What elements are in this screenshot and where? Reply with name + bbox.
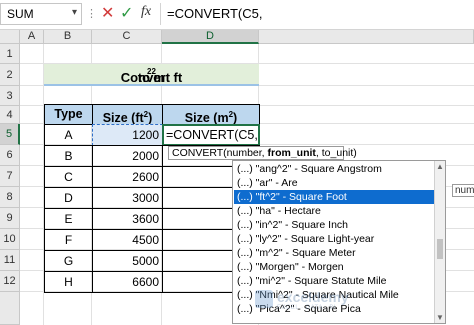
item-description-tooltip: num [452,184,474,197]
table-cell-size[interactable]: 2000 [92,145,163,167]
list-item[interactable]: (...) "ar" - Are [234,176,434,190]
column-header-e[interactable] [259,30,474,44]
table-cell-size[interactable]: 3000 [92,187,163,209]
function-signature-tooltip: CONVERT(number, from_unit, to_unit) [168,146,357,160]
row-header-6[interactable]: 6 [0,145,20,166]
list-item[interactable]: (...) "ha" - Hectare [234,204,434,218]
row-header-7[interactable]: 7 [0,166,20,187]
watermark-logo: exceldemy EXCEL · DATA · BI [255,287,355,317]
list-item[interactable]: (...) "m^2" - Square Meter [234,246,434,260]
header-cell-size-m[interactable]: Size (m2) [162,104,260,125]
enter-icon[interactable]: ✓ [120,3,133,23]
table-cell-type[interactable]: B [44,145,93,167]
table-cell-size[interactable]: 2600 [92,166,163,188]
table-cell-type[interactable]: A [44,124,93,146]
name-box[interactable]: SUM ▾ [0,3,82,25]
row-header-3[interactable]: 3 [0,86,20,106]
logo-icon [255,290,273,308]
scroll-up-icon[interactable]: ▲ [436,162,444,171]
formula-bar: SUM ▾ ⋮ ✕ ✓ fx =CONVERT(C5, [0,0,474,30]
table-cell-size[interactable]: 1200 [92,124,163,146]
row-header-9[interactable]: 9 [0,208,20,229]
row-header-12[interactable]: 12 [0,271,20,292]
table-cell-size[interactable]: 5000 [92,250,163,272]
header-cell-size-ft[interactable]: Size (ft2) [92,104,163,125]
scrollbar-thumb[interactable] [437,239,443,259]
table-cell-type[interactable]: E [44,208,93,230]
row-header-2[interactable]: 2 [0,64,20,86]
formula-text: =CONVERT(C5, [167,6,263,21]
table-cell-type[interactable]: C [44,166,93,188]
header-cell-type[interactable]: Type [44,104,93,125]
column-header-b[interactable]: B [44,30,92,44]
name-box-value: SUM [7,7,34,21]
list-item[interactable]: (...) "ly^2" - Square Light-year [234,232,434,246]
table-cell-type[interactable]: G [44,250,93,272]
watermark-name: exceldemy [277,289,349,305]
cancel-icon[interactable]: ✕ [101,3,114,23]
column-header-c[interactable]: C [92,30,162,44]
row-header-5[interactable]: 5 [0,124,20,145]
column-header-d[interactable]: D [162,30,259,44]
table-cell-size[interactable]: 6600 [92,271,163,293]
row-header-1[interactable]: 1 [0,44,20,64]
sheet-title-cell[interactable]: Convert ft 2 to m2 [44,64,259,86]
scroll-down-icon[interactable]: ▼ [436,313,444,322]
active-cell-formula[interactable]: =CONVERT(C5, [162,124,260,146]
row-header-8[interactable]: 8 [0,187,20,208]
list-item[interactable]: (...) "in^2" - Square Inch [234,218,434,232]
list-item[interactable]: (...) "mi^2" - Square Statute Mile [234,274,434,288]
column-header-a[interactable]: A [20,30,44,44]
row-header-4[interactable]: 4 [0,106,20,124]
list-scrollbar[interactable]: ▲ ▼ [434,161,445,323]
drag-handle-icon[interactable]: ⋮ [86,7,97,20]
list-item-selected[interactable]: (...) "ft^2" - Square Foot [234,190,434,204]
row-header-11[interactable]: 11 [0,250,20,271]
table-cell-type[interactable]: H [44,271,93,293]
table-cell-size[interactable]: 3600 [92,208,163,230]
formula-input[interactable]: =CONVERT(C5, [160,3,474,25]
chevron-down-icon[interactable]: ▾ [72,7,77,18]
watermark-subtitle: EXCEL · DATA · BI [277,305,337,311]
list-item[interactable]: (...) "Morgen" - Morgen [234,260,434,274]
sheet-title: Convert ft 2 to m2 [120,67,183,85]
table-cell-type[interactable]: F [44,229,93,251]
row-header-10[interactable]: 10 [0,229,20,250]
insert-function-icon[interactable]: fx [141,4,151,20]
row-header-13[interactable] [0,292,20,325]
table-cell-type[interactable]: D [44,187,93,209]
table-cell-size[interactable]: 4500 [92,229,163,251]
select-all-corner[interactable] [0,30,20,44]
list-item[interactable]: (...) "ang^2" - Square Angstrom [234,162,434,176]
